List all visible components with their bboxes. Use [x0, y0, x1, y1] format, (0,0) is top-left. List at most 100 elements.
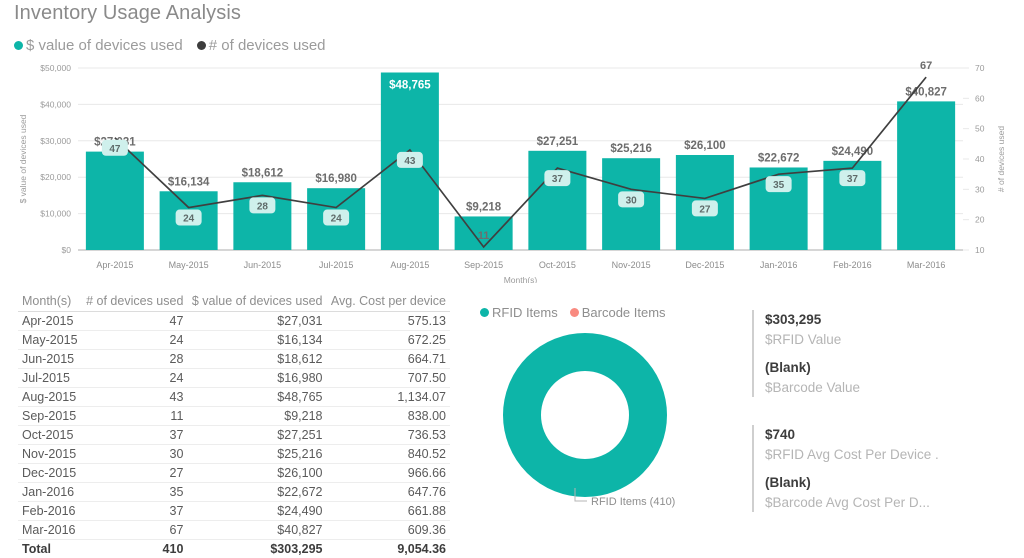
- x-axis-label: Jul-2015: [319, 260, 354, 270]
- cell-devices: 30: [82, 445, 188, 464]
- table-row[interactable]: May-201524$16,134672.25: [18, 331, 450, 350]
- kpi-barcode-value: (Blank): [765, 358, 860, 378]
- y2-axis-tick: 40: [975, 154, 985, 164]
- kpi-barcode-value-label: $Barcode Value: [765, 378, 860, 398]
- cell-avgcost: 672.25: [326, 331, 450, 350]
- table-row[interactable]: Nov-201530$25,216840.52: [18, 445, 450, 464]
- total-cell-devices: 410: [82, 540, 188, 558]
- column-header-devices[interactable]: # of devices used: [82, 292, 188, 312]
- cell-avgcost: 736.53: [326, 426, 450, 445]
- cell-avgcost: 647.76: [326, 483, 450, 502]
- y2-axis-tick: 50: [975, 124, 985, 134]
- donut-chart-canvas: RFID Items (410): [470, 330, 760, 530]
- y-axis-tick: $30,000: [40, 136, 71, 146]
- y2-axis-title: # of devices used: [996, 126, 1006, 192]
- table-row[interactable]: Jul-201524$16,980707.50: [18, 369, 450, 388]
- cell-value: $26,100: [187, 464, 326, 483]
- cell-month: Jan-2016: [18, 483, 82, 502]
- table-row[interactable]: Feb-201637$24,490661.88: [18, 502, 450, 521]
- cell-value: $48,765: [187, 388, 326, 407]
- table-row[interactable]: Oct-201537$27,251736.53: [18, 426, 450, 445]
- table-row[interactable]: Jan-201635$22,672647.76: [18, 483, 450, 502]
- cell-month: Oct-2015: [18, 426, 82, 445]
- cell-avgcost: 1,134.07: [326, 388, 450, 407]
- line-value-label: 24: [331, 214, 343, 225]
- cell-devices: 24: [82, 331, 188, 350]
- x-axis-label: Sep-2015: [464, 260, 503, 270]
- donut-callout-label: RFID Items (410): [591, 496, 675, 508]
- cell-value: $24,490: [187, 502, 326, 521]
- x-axis-label: May-2015: [169, 260, 209, 270]
- bar-value-label: $48,765: [389, 79, 431, 91]
- cell-avgcost: 838.00: [326, 407, 450, 426]
- cell-month: Dec-2015: [18, 464, 82, 483]
- column-header-value[interactable]: $ value of devices used: [187, 292, 326, 312]
- legend-label: RFID Items: [492, 305, 558, 320]
- line-value-label: 28: [257, 201, 269, 212]
- cell-value: $27,031: [187, 312, 326, 331]
- bar-Mar-2016[interactable]: [897, 101, 955, 250]
- cell-month: Mar-2016: [18, 521, 82, 540]
- cell-avgcost: 575.13: [326, 312, 450, 331]
- combo-chart-canvas: $0$10,000$20,000$30,000$40,000$50,000102…: [0, 58, 1024, 283]
- bar-Oct-2015[interactable]: [528, 151, 586, 250]
- kpi-rfid-value: $303,295: [765, 310, 860, 330]
- x-axis-label: Mar-2016: [907, 260, 946, 270]
- legend-item-count[interactable]: # of devices used: [197, 37, 326, 54]
- cell-avgcost: 661.88: [326, 502, 450, 521]
- cell-devices: 67: [82, 521, 188, 540]
- table-row[interactable]: Sep-201511$9,218838.00: [18, 407, 450, 426]
- y-axis-tick: $40,000: [40, 99, 71, 109]
- cell-avgcost: 840.52: [326, 445, 450, 464]
- bar-value-label: $9,218: [466, 201, 502, 213]
- legend-dot-icon: [570, 308, 579, 317]
- kpi-card-cost[interactable]: $740 $RFID Avg Cost Per Device . (Blank)…: [752, 425, 939, 512]
- y2-axis-tick: 60: [975, 93, 985, 103]
- legend-dot-icon: [480, 308, 489, 317]
- table-row[interactable]: Dec-201527$26,100966.66: [18, 464, 450, 483]
- table-row[interactable]: Mar-201667$40,827609.36: [18, 521, 450, 540]
- x-axis-label: Dec-2015: [685, 260, 724, 270]
- table-total-row: Total410$303,2959,054.36: [18, 540, 450, 558]
- bar-value-label: $40,827: [905, 86, 947, 98]
- table-row[interactable]: Aug-201543$48,7651,134.07: [18, 388, 450, 407]
- cell-month: Sep-2015: [18, 407, 82, 426]
- cell-devices: 11: [82, 407, 188, 426]
- cell-value: $18,612: [187, 350, 326, 369]
- legend-item-rfid[interactable]: RFID Items: [480, 305, 558, 320]
- table-row[interactable]: Jun-201528$18,612664.71: [18, 350, 450, 369]
- line-value-label: 11: [478, 230, 490, 242]
- line-value-label: 67: [920, 60, 932, 72]
- y-axis-tick: $20,000: [40, 172, 71, 182]
- legend-item-value[interactable]: $ value of devices used: [14, 37, 183, 54]
- bar-Jun-2015[interactable]: [233, 182, 291, 250]
- combo-chart-legend: $ value of devices used # of devices use…: [14, 37, 326, 54]
- table-row[interactable]: Apr-201547$27,031575.13: [18, 312, 450, 331]
- column-header-month[interactable]: Month(s): [18, 292, 82, 312]
- cell-month: Jul-2015: [18, 369, 82, 388]
- bar-value-label: $22,672: [758, 152, 800, 164]
- cell-devices: 37: [82, 426, 188, 445]
- legend-dot-icon: [197, 41, 206, 50]
- donut-chart[interactable]: RFID Items (410): [470, 330, 760, 530]
- line-value-label: 37: [552, 174, 564, 185]
- x-axis-label: Oct-2015: [539, 260, 576, 270]
- y2-axis-tick: 70: [975, 63, 985, 73]
- cell-month: May-2015: [18, 331, 82, 350]
- total-cell-month: Total: [18, 540, 82, 558]
- legend-item-barcode[interactable]: Barcode Items: [570, 305, 666, 320]
- inventory-usage-table[interactable]: Month(s) # of devices used $ value of de…: [18, 292, 450, 558]
- bar-Apr-2015[interactable]: [86, 152, 144, 250]
- cell-avgcost: 664.71: [326, 350, 450, 369]
- combo-chart[interactable]: $0$10,000$20,000$30,000$40,000$50,000102…: [0, 58, 1024, 283]
- kpi-card-value[interactable]: $303,295 $RFID Value (Blank) $Barcode Va…: [752, 310, 860, 397]
- bar-value-label: $25,216: [610, 143, 652, 155]
- y2-axis-tick: 20: [975, 215, 985, 225]
- donut-chart-legend: RFID Items Barcode Items: [480, 305, 666, 320]
- column-header-avgcost[interactable]: Avg. Cost per device: [326, 292, 450, 312]
- total-cell-avgcost: 9,054.36: [326, 540, 450, 558]
- cell-value: $22,672: [187, 483, 326, 502]
- legend-label: $ value of devices used: [26, 37, 183, 54]
- bar-value-label: $18,612: [242, 167, 284, 179]
- donut-slice-rfid[interactable]: [522, 352, 648, 478]
